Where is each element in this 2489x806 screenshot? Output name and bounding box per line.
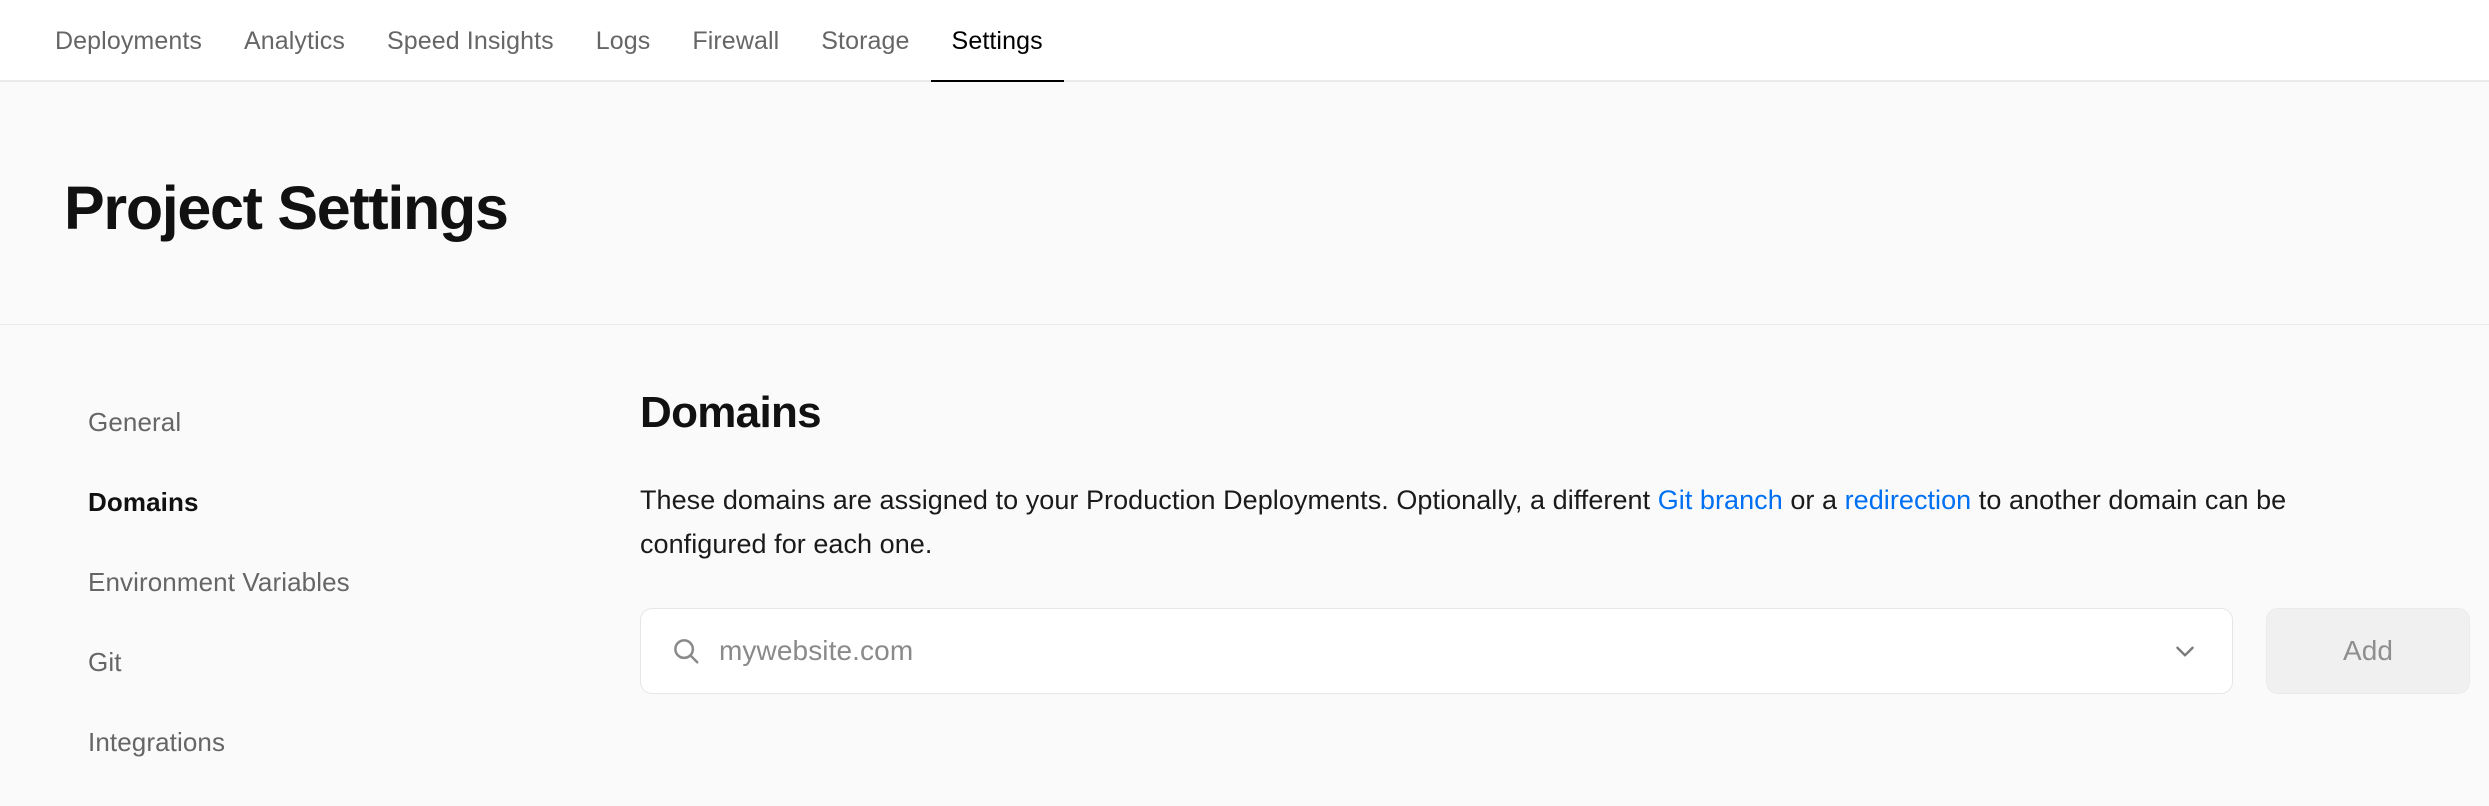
description-text-part-1: These domains are assigned to your Produ… [640,485,1658,515]
sidebar-item-git[interactable]: Git [88,646,578,678]
domains-panel: Domains These domains are assigned to yo… [640,326,2470,694]
tab-deployments[interactable]: Deployments [34,0,223,82]
sidebar-item-general[interactable]: General [88,406,578,438]
chevron-down-icon[interactable] [2172,638,2198,664]
settings-sidebar: General Domains Environment Variables Gi… [88,326,578,806]
tab-settings[interactable]: Settings [931,0,1064,82]
add-domain-row: Add [640,608,2470,694]
domain-input-wrapper[interactable] [640,608,2233,694]
page-title: Project Settings [64,172,508,244]
add-domain-button[interactable]: Add [2266,608,2470,694]
search-icon [671,636,701,666]
tab-speed-insights[interactable]: Speed Insights [366,0,575,82]
tab-analytics[interactable]: Analytics [223,0,366,82]
tab-storage[interactable]: Storage [800,0,930,82]
top-navigation-items: Deployments Analytics Speed Insights Log… [34,0,1064,82]
domain-search-input[interactable] [719,609,2136,693]
redirection-link[interactable]: redirection [1845,485,1972,515]
settings-body: General Domains Environment Variables Gi… [0,326,2489,760]
git-branch-link[interactable]: Git branch [1658,485,1783,515]
domains-description: These domains are assigned to your Produ… [640,478,2400,566]
description-text-part-2: or a [1783,485,1845,515]
sidebar-item-domains[interactable]: Domains [88,486,578,518]
page-header-band: Project Settings [0,82,2489,325]
tab-logs[interactable]: Logs [575,0,672,82]
top-navigation-bar: Deployments Analytics Speed Insights Log… [0,0,2489,82]
sidebar-item-integrations[interactable]: Integrations [88,726,578,758]
tab-firewall[interactable]: Firewall [671,0,800,82]
sidebar-item-environment-variables[interactable]: Environment Variables [88,566,578,598]
section-title-domains: Domains [640,386,2470,440]
